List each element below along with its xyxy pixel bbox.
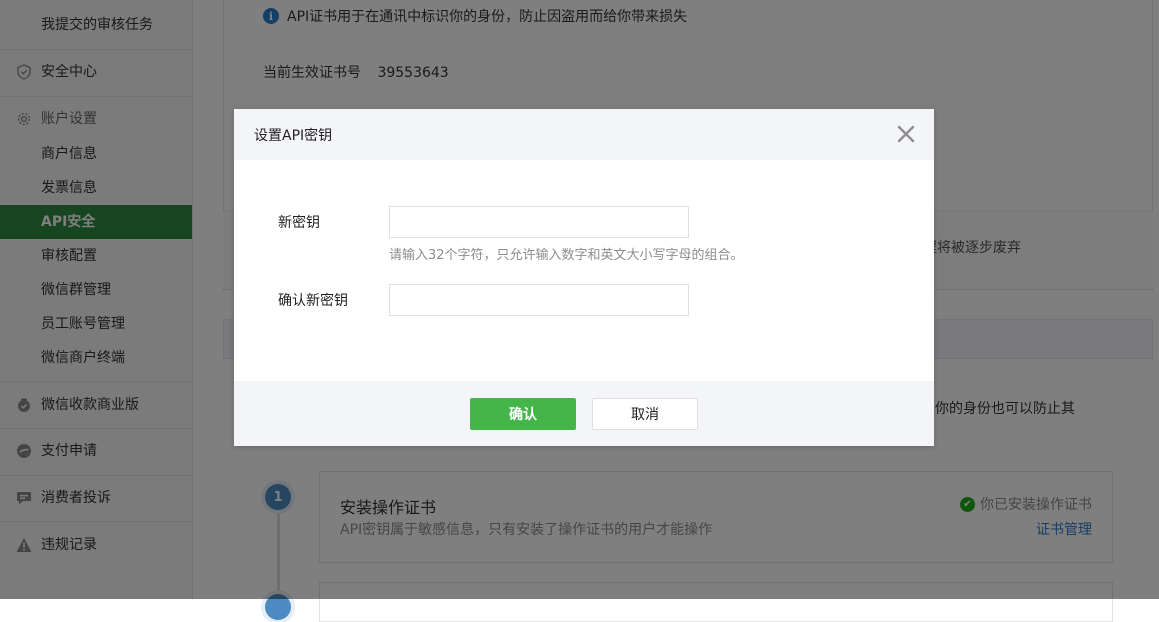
- close-icon: [897, 125, 915, 143]
- new-key-hint: 请输入32个字符，只允许输入数字和英文大小写字母的组合。: [389, 248, 744, 263]
- dialog-header: 设置API密钥: [234, 109, 934, 160]
- new-key-label: 新密钥: [278, 215, 320, 231]
- confirm-key-label: 确认新密钥: [278, 293, 348, 309]
- set-api-key-dialog: 设置API密钥 新密钥 请输入32个字符，只允许输入数字和英文大小写字母的组合。…: [234, 109, 934, 446]
- confirm-button[interactable]: 确认: [470, 398, 576, 430]
- dialog-footer: 确认 取消: [234, 381, 934, 446]
- confirm-key-input[interactable]: [389, 284, 689, 316]
- dialog-title: 设置API密钥: [254, 128, 333, 144]
- close-button[interactable]: [896, 123, 916, 145]
- new-key-input[interactable]: [389, 206, 689, 238]
- cancel-button[interactable]: 取消: [592, 398, 698, 430]
